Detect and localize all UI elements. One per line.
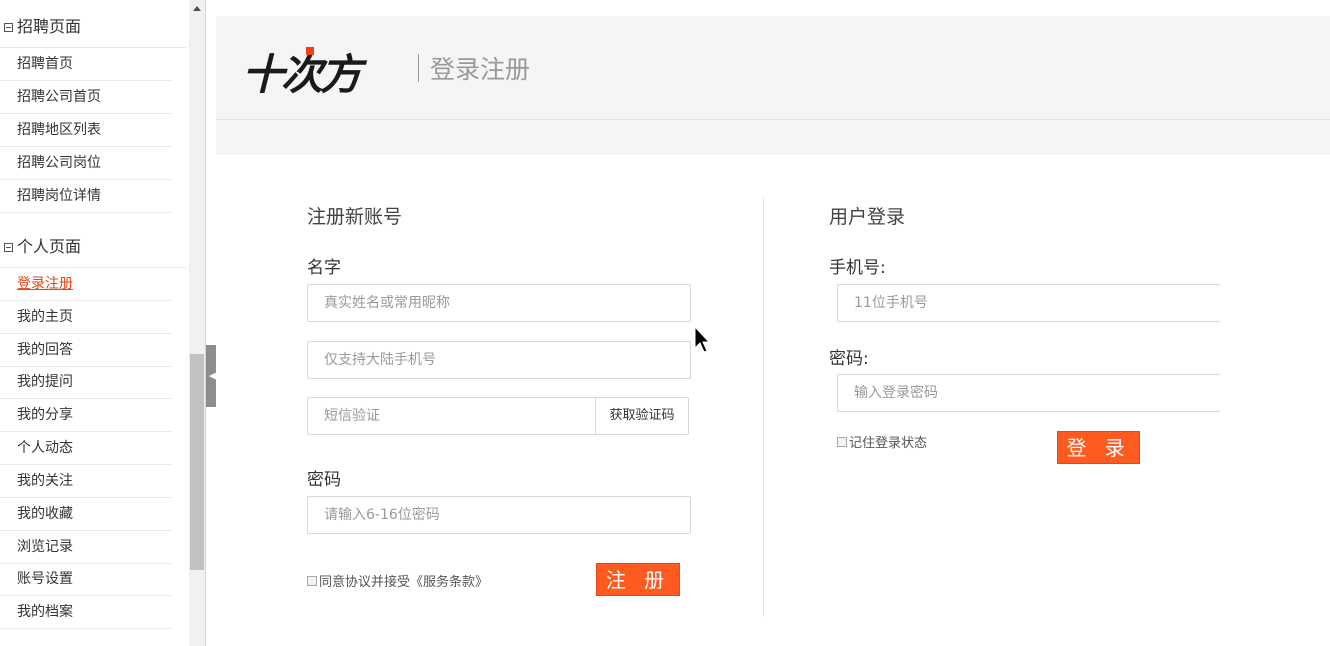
sidebar-item-company-jobs[interactable]: 招聘公司岗位 [17,152,101,174]
login-password-input[interactable] [837,374,1220,412]
page-header: 十次方 登录注册 [216,16,1330,120]
sidebar-item-my-profile[interactable]: 我的档案 [17,601,73,623]
sidebar-item-my-questions[interactable]: 我的提问 [17,371,73,393]
agree-checkbox[interactable] [307,575,317,586]
register-title: 注册新账号 [307,206,403,228]
login-button[interactable]: 登 录 [1057,431,1140,464]
sidebar-item-history[interactable]: 浏览记录 [17,536,73,558]
remember-checkbox[interactable] [837,436,847,447]
site-logo[interactable]: 十次方 [242,41,362,102]
name-label: 名字 [307,258,341,278]
register-button[interactable]: 注 册 [596,563,680,596]
sidebar: 招聘页面 招聘首页 招聘公司首页 招聘地区列表 招聘公司岗位 招聘岗位详情 个人… [0,0,206,646]
sidebar-item-recruit-home[interactable]: 招聘首页 [17,53,73,75]
register-password-label: 密码 [307,470,341,490]
login-password-label: 密码: [829,349,869,369]
sidebar-scrollbar[interactable] [189,0,205,646]
name-input[interactable] [307,284,691,322]
sidebar-item-company-home[interactable]: 招聘公司首页 [17,86,101,108]
column-divider [763,197,764,617]
remember-login[interactable]: 记住登录状态 [837,432,927,451]
agree-text: 同意协议并接受《服务条款》 [319,575,489,590]
page-title: 登录注册 [430,55,531,84]
get-sms-code-button[interactable]: 获取验证码 [595,397,689,435]
section-header-personal[interactable]: 个人页面 [4,232,81,262]
header-divider [418,54,419,82]
sidebar-item-job-detail[interactable]: 招聘岗位详情 [17,185,101,207]
top-strip [216,0,1330,17]
scrollbar-thumb[interactable] [190,354,204,570]
sidebar-item-account-settings[interactable]: 账号设置 [17,568,73,590]
logo-accent [306,47,314,55]
agree-terms[interactable]: 同意协议并接受《服务条款》 [307,571,488,590]
auth-content: 注册新账号 名字 获取验证码 密码 同意协议并接受《服务条款》 注 册 用户登录… [216,155,1330,646]
scroll-up-arrow-icon[interactable] [193,6,201,11]
login-title: 用户登录 [829,206,906,228]
sms-code-input[interactable] [307,397,596,435]
sidebar-item-favorites[interactable]: 我的收藏 [17,503,73,525]
sidebar-item-region-list[interactable]: 招聘地区列表 [17,119,101,141]
section-header-recruit[interactable]: 招聘页面 [4,12,81,42]
sidebar-item-my-answers[interactable]: 我的回答 [17,339,73,361]
sidebar-item-my-follows[interactable]: 我的关注 [17,470,73,492]
sidebar-item-login-register[interactable]: 登录注册 [17,273,73,295]
collapse-icon[interactable] [4,242,13,252]
register-password-input[interactable] [307,496,691,534]
sidebar-item-my-shares[interactable]: 我的分享 [17,404,73,426]
header-spacer [216,120,1330,155]
mouse-pointer-icon [694,326,710,353]
register-phone-input[interactable] [307,341,691,379]
login-phone-label: 手机号: [829,258,886,278]
login-phone-input[interactable] [837,284,1220,322]
collapse-icon[interactable] [4,22,13,32]
sidebar-item-activity[interactable]: 个人动态 [17,437,73,459]
remember-text: 记住登录状态 [849,436,928,451]
section-title: 招聘页面 [17,17,82,36]
section-title: 个人页面 [17,237,82,256]
sidebar-item-my-home[interactable]: 我的主页 [17,306,73,328]
